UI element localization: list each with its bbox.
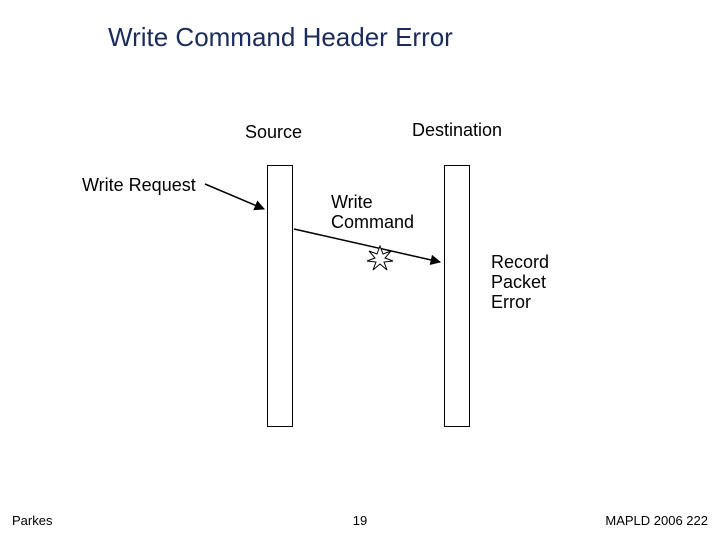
error-burst-icon [367,246,393,270]
sequence-diagram-svg [0,0,720,540]
write-request-arrow [205,184,264,209]
write-command-arrow [294,229,440,262]
footer-conference: MAPLD 2006 222 [605,513,708,528]
